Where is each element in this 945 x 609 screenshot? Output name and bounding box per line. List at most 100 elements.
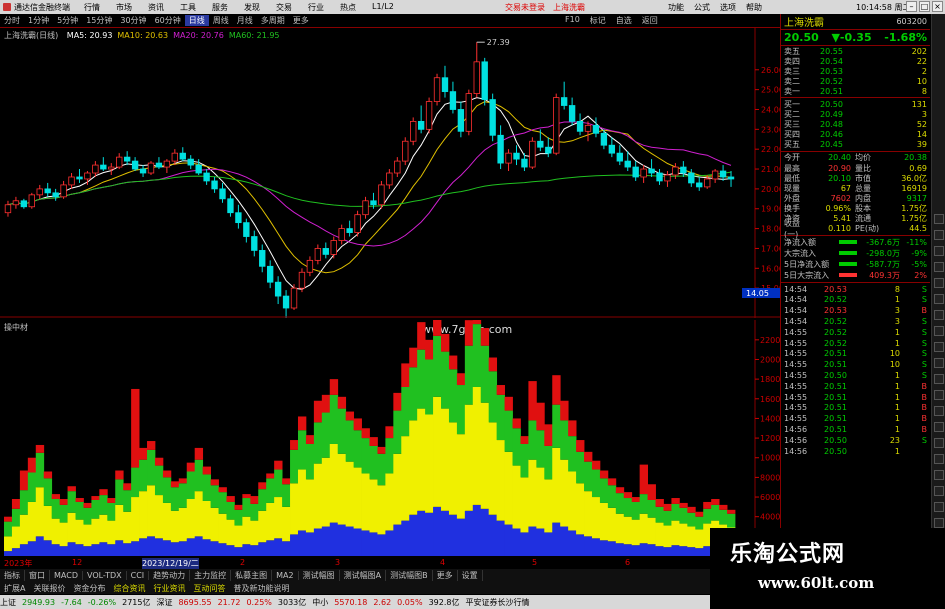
side-tool-icon[interactable] [934,278,944,288]
candle-body [362,200,369,216]
side-tool-icon[interactable] [934,246,944,256]
side-tool-icon[interactable] [934,518,944,528]
tick-row[interactable]: 14:55 20.51 10 S [781,348,930,359]
candlestick-chart[interactable]: 26.00 25.00 24.00 23.00 22.00 21.00 20.00 19.00… [0,28,784,329]
sub-tab[interactable]: 普及新功能说明 [229,583,293,594]
indicator-tab[interactable]: 私募主图 [231,570,273,581]
period-tab[interactable]: 月线 [233,15,257,26]
menu-item[interactable]: 行业 [300,2,332,13]
tick-row[interactable]: 14:56 20.50 23 S [781,435,930,446]
side-tool-icon[interactable] [934,262,944,272]
side-tool-icon[interactable] [934,326,944,336]
side-tool-icon[interactable] [934,358,944,368]
menu-item[interactable]: 服务 [204,2,236,13]
indicator-tab[interactable]: 测试幅图 [299,570,340,581]
sub-tab[interactable]: 行业资讯 [149,583,189,594]
period-tab[interactable]: 周线 [209,15,233,26]
volume-bar-segment [703,508,712,524]
tick-row[interactable]: 14:55 20.50 1 S [781,370,930,381]
side-tool-icon[interactable] [934,454,944,464]
side-tool-icon[interactable] [934,502,944,512]
menu-item[interactable]: 交易 [268,2,300,13]
sub-tab[interactable]: 资金分布 [69,583,109,594]
period-tab[interactable]: 60分钟 [151,15,185,26]
indicator-tab[interactable]: 趋势动力 [149,570,191,581]
menu-item[interactable]: 资讯 [140,2,172,13]
tick-row[interactable]: 14:54 20.52 1 S [781,294,930,305]
side-tool-icon[interactable] [934,214,944,224]
indicator-tab[interactable]: 更多 [433,570,458,581]
period-tab[interactable]: 分时 [0,15,24,26]
menu-item[interactable]: 发现 [236,2,268,13]
period-tab[interactable]: 多周期 [257,15,289,26]
maximize-icon[interactable]: □ [919,1,930,12]
period-tab[interactable]: 日线 [184,15,209,26]
minimize-icon[interactable]: – [906,1,917,12]
indicator-tab[interactable]: 窗口 [25,570,50,581]
tick-row[interactable]: 14:56 20.50 1 [781,446,930,457]
volume-panel[interactable]: 22000 20000 18000 16000 14000 12000 10000 8000 6… [0,300,785,558]
side-tool-icon[interactable] [934,486,944,496]
indicator-tab[interactable]: 测试幅图B [386,570,433,581]
tick-row[interactable]: 14:55 20.51 1 B [781,392,930,403]
tick-row[interactable]: 14:55 20.51 1 B [781,381,930,392]
tick-row[interactable]: 14:55 20.51 10 S [781,359,930,370]
indicator-tab[interactable]: VOL-TDX [83,571,127,580]
indicator-tab[interactable]: MA2 [272,571,299,580]
volume-chart[interactable]: 22000 20000 18000 16000 14000 12000 10000 8000 6… [0,300,785,558]
right-menu-item[interactable]: 帮助 [746,2,762,13]
period-tab[interactable]: 15分钟 [82,15,116,26]
chart-tool-button[interactable]: 标记 [590,15,606,26]
volume-bar-segment [544,479,553,533]
tick-row[interactable]: 14:55 20.51 1 B [781,402,930,413]
tick-row[interactable]: 14:55 20.51 1 B [781,413,930,424]
menu-item[interactable]: 行情 [76,2,108,13]
side-tool-icon[interactable] [934,342,944,352]
side-tool-icon[interactable] [934,422,944,432]
tick-row[interactable]: 14:56 20.51 1 B [781,424,930,435]
tick-list[interactable]: 14:54 20.53 8 S 14:54 20.52 1 S 14:54 20.53 3 B 14:5… [781,284,930,457]
center-link[interactable]: 交易未登录 [505,2,545,13]
indicator-tab[interactable]: CCI [127,571,150,580]
volume-bar-segment [663,547,672,556]
indicator-tab[interactable]: 指标 [0,570,25,581]
sub-tab[interactable]: 互动问答 [189,583,229,594]
side-tool-icon[interactable] [934,310,944,320]
tick-row[interactable]: 14:55 20.52 1 S [781,338,930,349]
tick-row[interactable]: 14:54 20.53 3 B [781,305,930,316]
right-menu-item[interactable]: 选项 [720,2,736,13]
indicator-tab[interactable]: MACD [50,571,83,580]
period-tab[interactable]: 更多 [289,15,313,26]
side-tool-icon[interactable] [934,470,944,480]
menu-item[interactable]: 市场 [108,2,140,13]
menu-item[interactable]: 热点 [332,2,364,13]
close-icon[interactable]: × [932,1,943,12]
side-tool-icon[interactable] [934,230,944,240]
sub-tab[interactable]: 扩展A [0,583,29,594]
chart-tool-button[interactable]: F10 [565,15,580,26]
side-tool-icon[interactable] [934,390,944,400]
tick-row[interactable]: 14:54 20.53 8 S [781,284,930,295]
right-menu-item[interactable]: 公式 [694,2,710,13]
indicator-tab[interactable]: 主力监控 [190,570,232,581]
sub-tab[interactable]: 关联报价 [29,583,69,594]
sub-tab[interactable]: 综合资讯 [109,583,149,594]
period-tab[interactable]: 30分钟 [116,15,150,26]
menu-item[interactable]: 工具 [172,2,204,13]
center-link[interactable]: 上海洗霸 [553,2,585,13]
price-chart-panel[interactable]: 26.00 25.00 24.00 23.00 22.00 21.00 20.00 19.00… [0,28,784,336]
side-tool-icon[interactable] [934,438,944,448]
side-tool-icon[interactable] [934,374,944,384]
indicator-tab[interactable]: 设置 [458,570,483,581]
chart-tool-button[interactable]: 返回 [642,15,658,26]
chart-tool-button[interactable]: 自选 [616,15,632,26]
menu-item[interactable]: L1/L2 [364,2,402,13]
side-tool-icon[interactable] [934,294,944,304]
period-tab[interactable]: 5分钟 [53,15,82,26]
indicator-tab[interactable]: 测试幅图A [340,570,387,581]
tick-row[interactable]: 14:54 20.52 3 S [781,316,930,327]
period-tab[interactable]: 1分钟 [24,15,53,26]
side-tool-icon[interactable] [934,406,944,416]
tick-row[interactable]: 14:55 20.52 1 S [781,327,930,338]
right-menu-item[interactable]: 功能 [668,2,684,13]
